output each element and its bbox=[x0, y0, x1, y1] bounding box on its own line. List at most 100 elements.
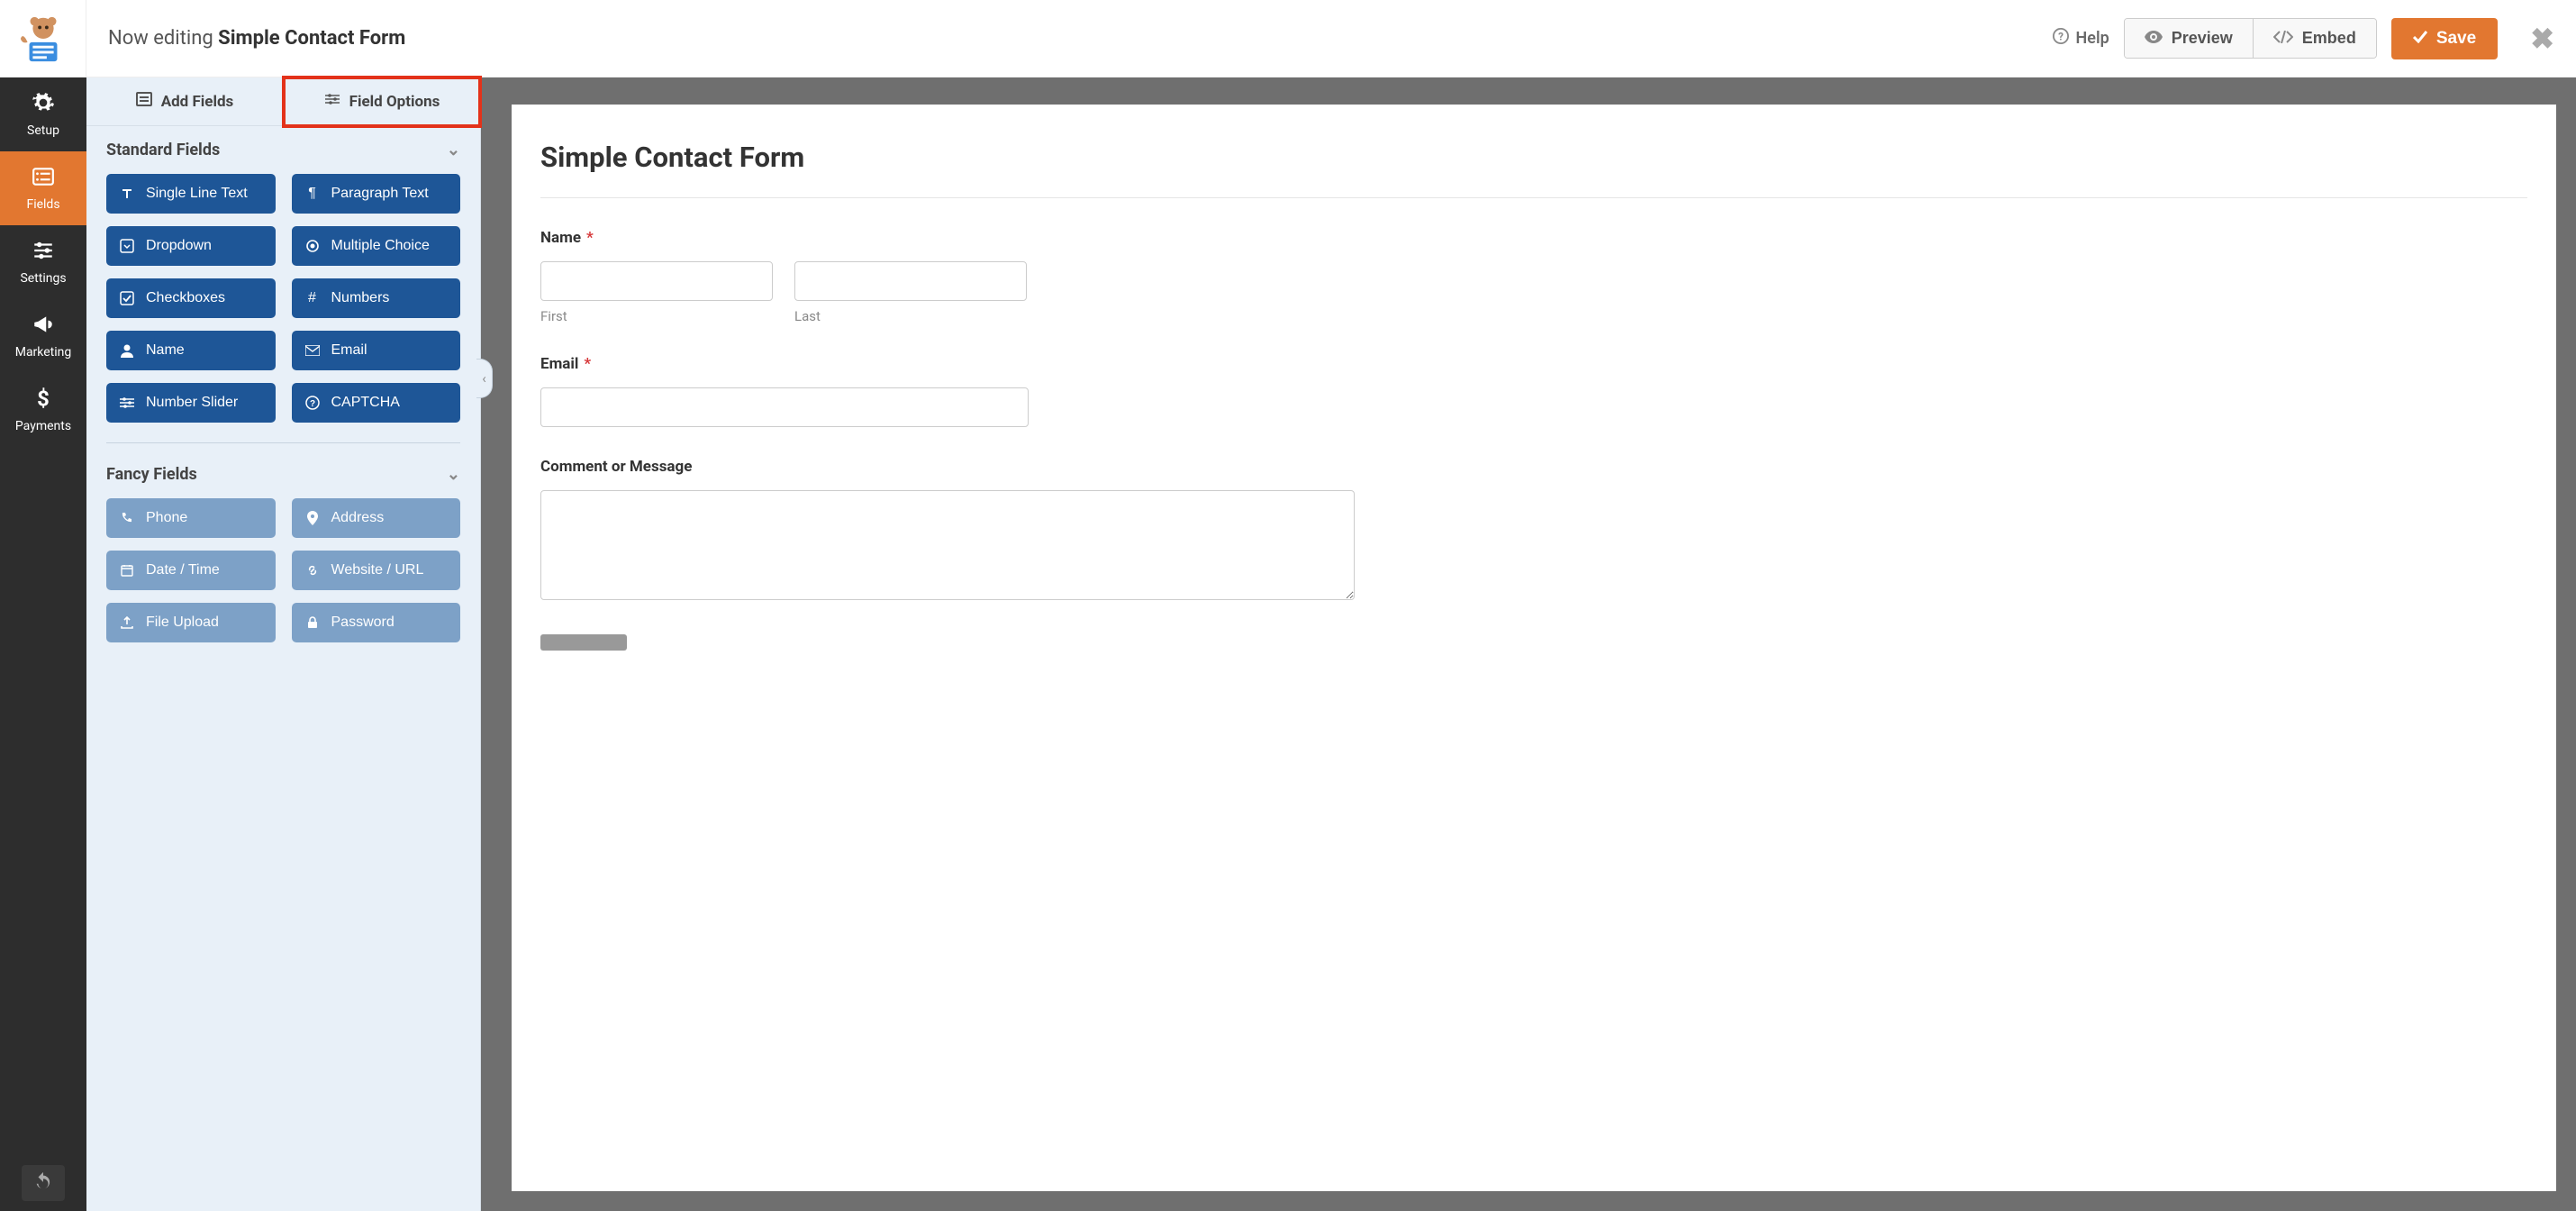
email-input[interactable] bbox=[540, 387, 1029, 427]
radio-icon bbox=[304, 239, 321, 253]
field-name[interactable]: Name bbox=[106, 331, 276, 370]
field-dropdown[interactable]: Dropdown bbox=[106, 226, 276, 266]
save-button[interactable]: Save bbox=[2391, 18, 2498, 59]
question-circle-icon: ? bbox=[304, 396, 321, 410]
gear-icon bbox=[32, 91, 55, 118]
group-standard-header[interactable]: Standard Fields ⌄ bbox=[86, 126, 480, 168]
group-fancy-header[interactable]: Fancy Fields ⌄ bbox=[86, 451, 480, 493]
field-captcha[interactable]: ?CAPTCHA bbox=[292, 383, 461, 423]
panel-body: Standard Fields ⌄ Single Line Text ¶Para… bbox=[86, 126, 480, 1211]
rail-fields-label: Fields bbox=[26, 197, 59, 212]
svg-text:$: $ bbox=[37, 387, 50, 410]
envelope-icon bbox=[304, 345, 321, 356]
field-datetime[interactable]: Date / Time bbox=[106, 551, 276, 590]
canvas-wrap: Simple Contact Form Name * First Last bbox=[481, 77, 2576, 1211]
field-email-block[interactable]: Email * bbox=[540, 355, 2527, 427]
field-numbers[interactable]: #Numbers bbox=[292, 278, 461, 318]
rail-marketing-label: Marketing bbox=[15, 345, 72, 360]
sliders-icon bbox=[119, 396, 135, 409]
fields-panel: Add Fields Field Options Standard Fields… bbox=[86, 77, 481, 1211]
rail-settings-label: Settings bbox=[20, 271, 66, 286]
required-mark: * bbox=[586, 229, 594, 247]
rail-settings[interactable]: Settings bbox=[0, 225, 86, 299]
first-name-input[interactable] bbox=[540, 261, 773, 301]
field-number-slider[interactable]: Number Slider bbox=[106, 383, 276, 423]
form-icon bbox=[136, 92, 152, 111]
divider bbox=[106, 442, 460, 443]
first-sublabel: First bbox=[540, 308, 773, 324]
close-button[interactable]: ✖ bbox=[2525, 22, 2560, 56]
rail-marketing[interactable]: Marketing bbox=[0, 299, 86, 373]
required-mark: * bbox=[584, 355, 591, 373]
field-multiple-choice[interactable]: Multiple Choice bbox=[292, 226, 461, 266]
email-label: Email bbox=[540, 355, 578, 373]
tab-field-options[interactable]: Field Options bbox=[284, 77, 480, 126]
lock-icon bbox=[304, 616, 321, 629]
pilcrow-icon: ¶ bbox=[304, 186, 321, 202]
last-sublabel: Last bbox=[794, 308, 1027, 324]
name-label: Name bbox=[540, 229, 581, 247]
eye-icon bbox=[2145, 29, 2163, 48]
email-label-row: Email * bbox=[540, 355, 2527, 373]
rail-setup-label: Setup bbox=[27, 123, 59, 138]
name-label-row: Name * bbox=[540, 229, 2527, 247]
panel-collapse-handle[interactable]: ‹ bbox=[476, 359, 493, 398]
field-file-upload[interactable]: File Upload bbox=[106, 603, 276, 642]
help-label: Help bbox=[2076, 29, 2109, 48]
submit-placeholder bbox=[540, 634, 627, 651]
group-fancy-label: Fancy Fields bbox=[106, 465, 197, 484]
field-name-block[interactable]: Name * First Last bbox=[540, 229, 2527, 324]
comment-textarea[interactable] bbox=[540, 490, 1355, 600]
form-name: Simple Contact Form bbox=[218, 27, 405, 50]
field-phone[interactable]: Phone bbox=[106, 498, 276, 538]
upload-icon bbox=[119, 616, 135, 629]
hash-icon: # bbox=[304, 290, 321, 306]
preview-button[interactable]: Preview bbox=[2125, 19, 2253, 58]
topbar: Now editing Simple Contact Form ? Help P… bbox=[0, 0, 2576, 77]
field-website[interactable]: Website / URL bbox=[292, 551, 461, 590]
panel-tabs: Add Fields Field Options bbox=[86, 77, 480, 126]
svg-text:?: ? bbox=[2058, 31, 2064, 43]
app-logo bbox=[0, 0, 86, 77]
code-icon bbox=[2273, 29, 2293, 48]
field-single-line-text[interactable]: Single Line Text bbox=[106, 174, 276, 214]
undo-button[interactable] bbox=[22, 1165, 65, 1201]
preview-embed-group: Preview Embed bbox=[2124, 18, 2377, 59]
text-icon bbox=[119, 187, 135, 201]
rail-fields[interactable]: Fields bbox=[0, 151, 86, 225]
preview-label: Preview bbox=[2172, 29, 2233, 48]
comment-label-row: Comment or Message bbox=[540, 458, 2527, 476]
field-address[interactable]: Address bbox=[292, 498, 461, 538]
form-title: Simple Contact Form bbox=[540, 141, 2527, 198]
calendar-icon bbox=[119, 564, 135, 577]
sliders-icon bbox=[32, 239, 55, 266]
caret-square-icon bbox=[119, 239, 135, 253]
field-comment-block[interactable]: Comment or Message bbox=[540, 458, 2527, 604]
field-password[interactable]: Password bbox=[292, 603, 461, 642]
user-icon bbox=[119, 343, 135, 358]
rail-setup[interactable]: Setup bbox=[0, 77, 86, 151]
embed-button[interactable]: Embed bbox=[2253, 19, 2376, 58]
chevron-left-icon: ‹ bbox=[482, 370, 486, 387]
left-rail: Setup Fields Settings Marketing $ Paymen… bbox=[0, 77, 86, 1211]
last-name-input[interactable] bbox=[794, 261, 1027, 301]
comment-label: Comment or Message bbox=[540, 458, 692, 476]
rail-payments[interactable]: $ Payments bbox=[0, 373, 86, 447]
fancy-fields-grid: Phone Address Date / Time Website / URL … bbox=[86, 493, 480, 659]
map-pin-icon bbox=[304, 511, 321, 525]
group-standard-label: Standard Fields bbox=[106, 141, 220, 159]
tab-add-fields[interactable]: Add Fields bbox=[86, 77, 284, 126]
editing-label: Now editing Simple Contact Form bbox=[86, 27, 2053, 50]
help-link[interactable]: ? Help bbox=[2053, 28, 2109, 49]
rail-payments-label: Payments bbox=[15, 419, 71, 433]
field-paragraph-text[interactable]: ¶Paragraph Text bbox=[292, 174, 461, 214]
bullhorn-icon bbox=[32, 313, 55, 340]
field-checkboxes[interactable]: Checkboxes bbox=[106, 278, 276, 318]
form-canvas[interactable]: Simple Contact Form Name * First Last bbox=[512, 105, 2556, 1191]
undo-icon bbox=[33, 1171, 53, 1195]
tab-options-label: Field Options bbox=[349, 93, 440, 111]
field-email[interactable]: Email bbox=[292, 331, 461, 370]
rail-undo bbox=[0, 1155, 86, 1211]
embed-label: Embed bbox=[2302, 29, 2356, 48]
main-shell: Setup Fields Settings Marketing $ Paymen… bbox=[0, 77, 2576, 1211]
